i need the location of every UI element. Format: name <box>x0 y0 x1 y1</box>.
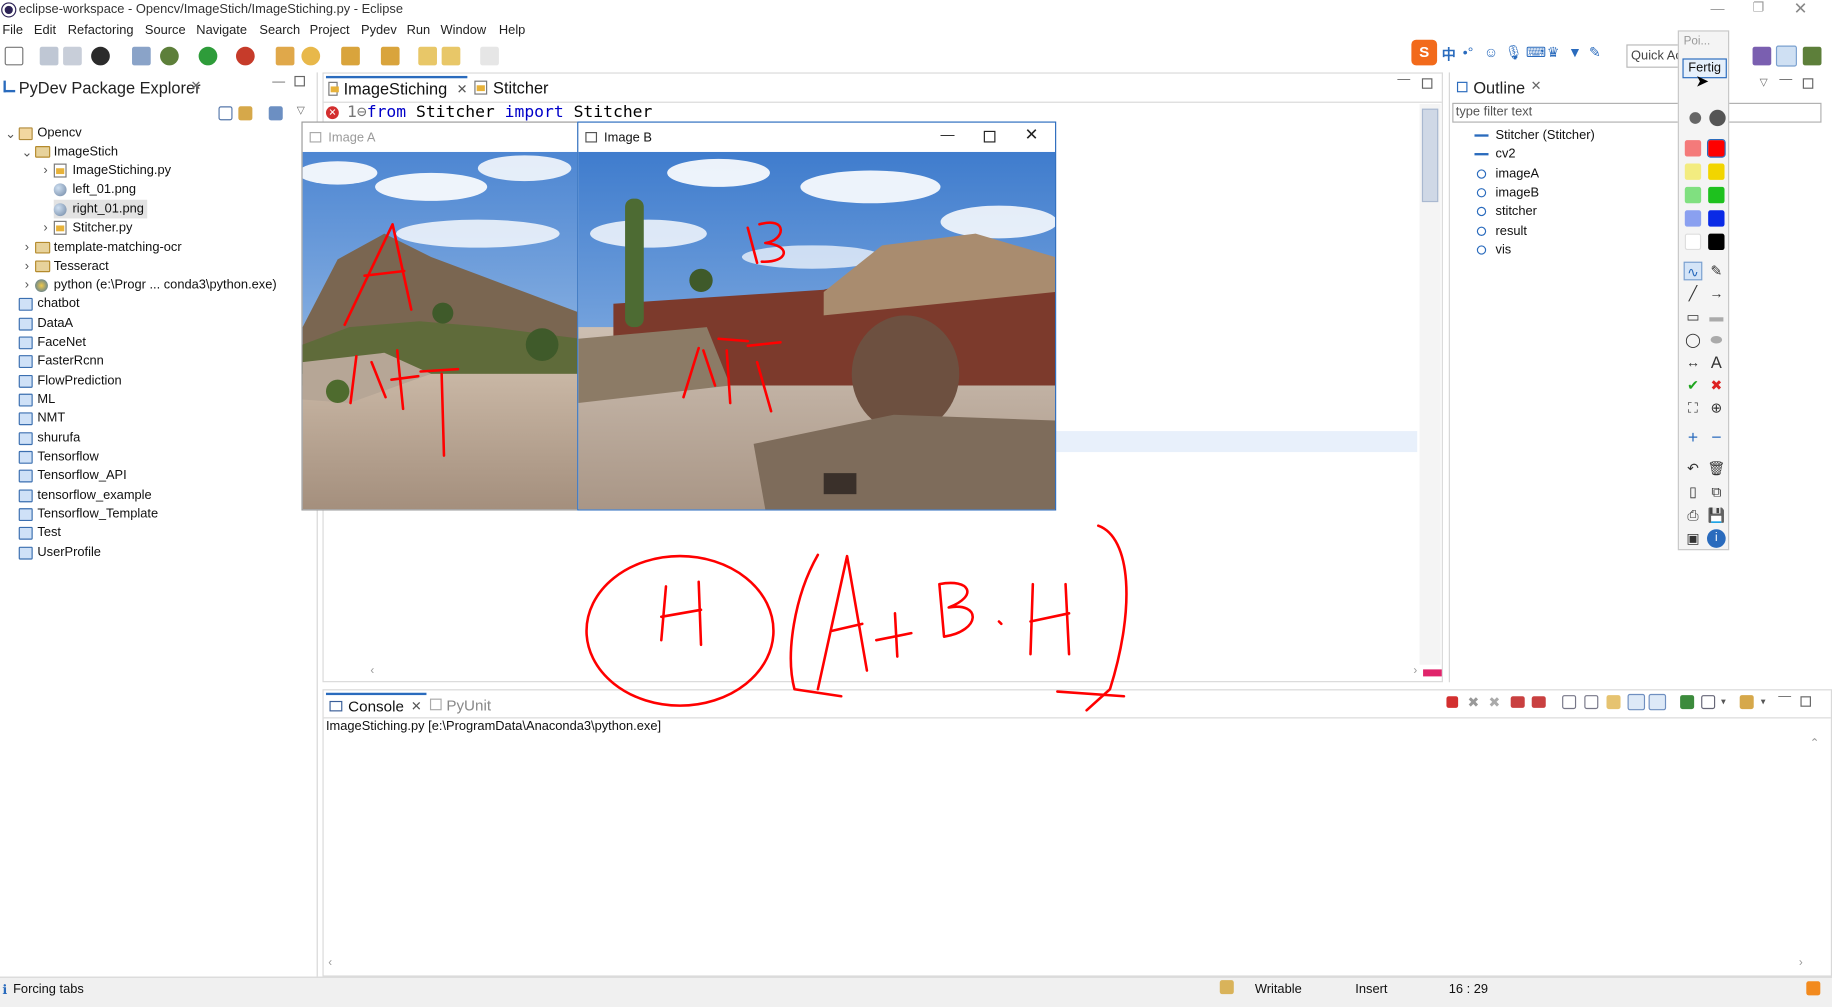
info-button-icon[interactable]: i <box>1706 529 1726 548</box>
double-arrow-tool-icon[interactable]: ↔ <box>1684 353 1703 372</box>
freehand-tool-icon[interactable]: ∿ <box>1683 261 1703 281</box>
print-icon[interactable]: ⎙ <box>1684 506 1703 525</box>
annotation-h-letter <box>660 580 703 647</box>
color-red-light[interactable] <box>1684 140 1702 157</box>
annotation-h-circle <box>585 554 775 707</box>
pen-size-large[interactable] <box>1709 109 1726 127</box>
annotation-layer <box>343 221 1128 712</box>
line-tool-icon[interactable]: ╱ <box>1684 284 1703 303</box>
color-green[interactable] <box>1708 186 1725 204</box>
arrow-tool-icon[interactable]: → <box>1707 284 1726 303</box>
filled-rectangle-tool-icon[interactable]: ▬ <box>1707 307 1726 326</box>
color-yellow[interactable] <box>1708 163 1725 180</box>
accept-icon[interactable]: ✔ <box>1684 376 1703 395</box>
mouse-cursor-icon: ➤ <box>1695 71 1710 90</box>
reject-icon[interactable]: ✖ <box>1707 376 1726 395</box>
decrease-size-icon[interactable]: − <box>1707 428 1726 448</box>
pen-size-small[interactable] <box>1689 112 1702 124</box>
color-blue-light[interactable] <box>1684 210 1702 227</box>
annotation-formula-stroke <box>789 524 1128 712</box>
annotation-letter-b-stroke <box>746 221 785 265</box>
filled-ellipse-tool-icon[interactable]: ⬬ <box>1707 331 1726 350</box>
text-tool-icon[interactable]: A <box>1707 353 1726 372</box>
undo-icon[interactable]: ↶ <box>1684 459 1703 478</box>
annotation-left-stroke <box>349 349 460 457</box>
save-drawing-icon[interactable]: 💾 <box>1707 506 1726 525</box>
color-white[interactable] <box>1684 233 1702 250</box>
ellipse-tool-icon[interactable]: ◯ <box>1684 331 1703 350</box>
copy-icon[interactable]: ⧉ <box>1707 482 1726 501</box>
color-green-light[interactable] <box>1684 186 1702 204</box>
crop-tool-icon[interactable]: ⛶ <box>1684 398 1703 417</box>
new-page-icon[interactable]: ▯ <box>1684 482 1703 501</box>
drawing-toolbar-header: Poi... <box>1683 35 1711 48</box>
color-blue[interactable] <box>1708 210 1725 227</box>
drawing-toolbar: Poi... Fertig ➤ ∿ ✎ ╱ → ▭ ▬ ◯ ⬬ ↔ A ✔ ✖ … <box>1677 30 1730 551</box>
highlighter-tool-icon[interactable]: ✎ <box>1707 262 1726 281</box>
color-black[interactable] <box>1708 233 1725 250</box>
annotation-letter-a-stroke <box>343 223 413 327</box>
eclipse-window: eclipse-workspace - Opencv/ImageStich/Im… <box>0 0 1832 1007</box>
increase-size-icon[interactable]: + <box>1684 428 1703 448</box>
annotation-right-stroke <box>682 337 782 413</box>
trash-icon[interactable]: 🗑 <box>1707 459 1726 478</box>
color-yellow-light[interactable] <box>1684 163 1702 180</box>
zoom-tool-icon[interactable]: ⊕ <box>1707 398 1726 417</box>
rectangle-tool-icon[interactable]: ▭ <box>1684 307 1703 326</box>
color-red[interactable] <box>1706 139 1726 158</box>
screen-icon[interactable]: ▣ <box>1684 529 1703 548</box>
